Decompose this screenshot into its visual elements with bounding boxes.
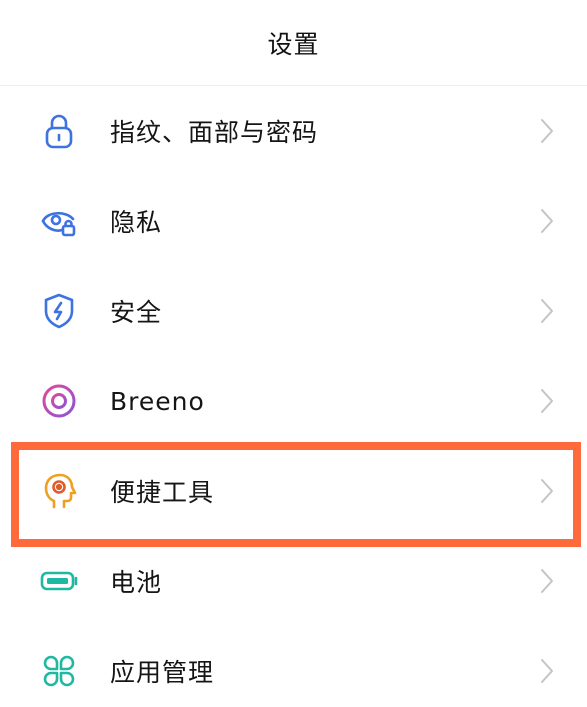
settings-item-label: Breeno — [110, 386, 205, 416]
settings-item-label: 电池 — [110, 568, 163, 597]
chevron-right-icon — [537, 477, 557, 505]
chevron-right-icon — [537, 657, 557, 685]
battery-icon — [40, 562, 78, 600]
settings-item-label: 隐私 — [110, 208, 163, 237]
settings-item-battery[interactable]: 电池 — [0, 536, 587, 626]
shield-bolt-icon — [40, 292, 78, 330]
app-grid-icon — [40, 652, 78, 690]
breeno-ring-icon — [40, 382, 78, 420]
settings-item-breeno[interactable]: Breeno — [0, 356, 587, 446]
lock-icon — [40, 112, 78, 150]
settings-item-app-management[interactable]: 应用管理 — [0, 626, 587, 707]
settings-item-security[interactable]: 安全 — [0, 266, 587, 356]
page-title: 设置 — [267, 29, 320, 59]
settings-item-label: 应用管理 — [110, 658, 215, 687]
settings-item-fingerprint-face-password[interactable]: 指纹、面部与密码 — [0, 86, 587, 176]
head-target-icon — [40, 472, 78, 510]
settings-item-privacy[interactable]: 隐私 — [0, 176, 587, 266]
settings-screen: 设置 指纹、面部与密码 隐私 安全 Breeno 便捷工具 电池 应用管理 — [0, 0, 587, 707]
eye-lock-icon — [40, 202, 78, 240]
chevron-right-icon — [537, 387, 557, 415]
chevron-right-icon — [537, 207, 557, 235]
settings-item-label: 指纹、面部与密码 — [110, 118, 319, 147]
settings-item-label: 便捷工具 — [110, 478, 215, 507]
chevron-right-icon — [537, 117, 557, 145]
header-bar: 设置 — [0, 0, 587, 86]
settings-list: 指纹、面部与密码 隐私 安全 Breeno 便捷工具 电池 应用管理 — [0, 86, 587, 707]
settings-item-convenience-tools[interactable]: 便捷工具 — [0, 446, 587, 536]
chevron-right-icon — [537, 567, 557, 595]
chevron-right-icon — [537, 297, 557, 325]
settings-item-label: 安全 — [110, 298, 163, 327]
